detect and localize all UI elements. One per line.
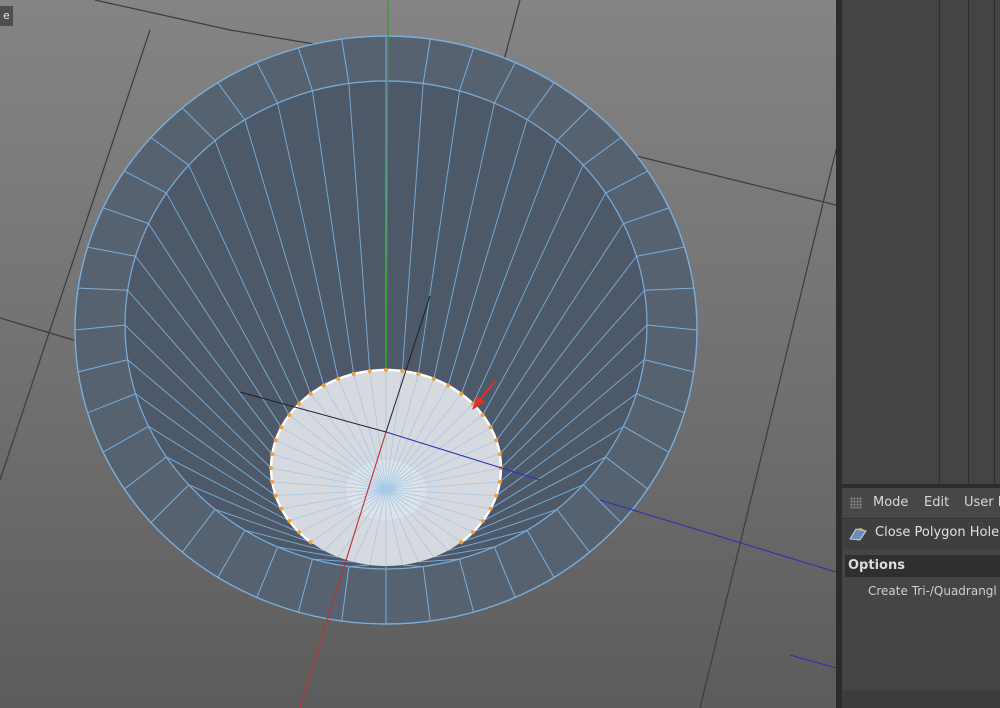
border-point: [336, 376, 341, 381]
border-point: [308, 540, 313, 545]
border-point: [488, 425, 493, 430]
border-point: [459, 540, 464, 545]
border-point: [494, 493, 499, 498]
border-point: [287, 518, 292, 524]
border-point: [470, 530, 475, 535]
z-axis-segment: [789, 654, 836, 669]
3d-viewport[interactable]: e: [0, 0, 836, 708]
attribute-panel-bottom: [842, 690, 1000, 708]
tool-name: Close Polygon Hole: [875, 525, 1000, 540]
border-point: [273, 438, 278, 443]
option-create-tri-quad[interactable]: Create Tri-/Quadrangl: [868, 584, 997, 598]
border-point: [416, 371, 421, 377]
grid-line: [94, 0, 231, 31]
border-point: [488, 506, 493, 511]
border-point: [497, 479, 502, 484]
border-point: [287, 412, 292, 418]
tool-title-row: Close Polygon Hole: [842, 519, 1000, 549]
menu-edit[interactable]: Edit: [924, 495, 949, 510]
object-manager-panel: [842, 0, 1000, 484]
border-point: [279, 425, 284, 430]
z-axis-line-far: [599, 499, 836, 573]
view-tag[interactable]: e: [0, 6, 13, 26]
border-point: [297, 530, 302, 535]
options-tab[interactable]: Options: [845, 555, 1000, 577]
border-point: [480, 412, 485, 418]
border-point: [383, 367, 389, 373]
border-point: [351, 371, 356, 377]
menu-mode[interactable]: Mode: [873, 495, 908, 510]
border-point: [308, 391, 313, 396]
border-point: [273, 493, 278, 498]
grid-line: [699, 149, 836, 708]
border-point: [480, 518, 485, 524]
column-divider: [939, 0, 940, 484]
column-divider: [968, 0, 969, 484]
grid-line: [229, 29, 321, 46]
menu-user-data[interactable]: User D: [964, 495, 1000, 510]
border-point: [400, 368, 405, 374]
border-point: [431, 376, 436, 381]
border-point: [459, 391, 464, 396]
border-point: [297, 401, 302, 406]
viewport-scene[interactable]: [0, 0, 836, 708]
border-point: [270, 452, 275, 457]
close-polygon-hole-icon: [849, 528, 867, 541]
attribute-menu-bar: Mode Edit User D: [842, 488, 1000, 519]
border-point: [268, 465, 274, 471]
border-point: [367, 368, 372, 374]
border-point: [446, 383, 451, 388]
attribute-manager-panel: Mode Edit User D Close Polygon Hole Opti…: [842, 488, 1000, 708]
border-point: [279, 506, 284, 511]
border-point: [497, 452, 502, 457]
column-divider: [994, 0, 995, 484]
border-point: [494, 438, 499, 443]
border-point: [321, 383, 326, 388]
border-point: [270, 479, 275, 484]
grip-icon[interactable]: [850, 497, 862, 509]
